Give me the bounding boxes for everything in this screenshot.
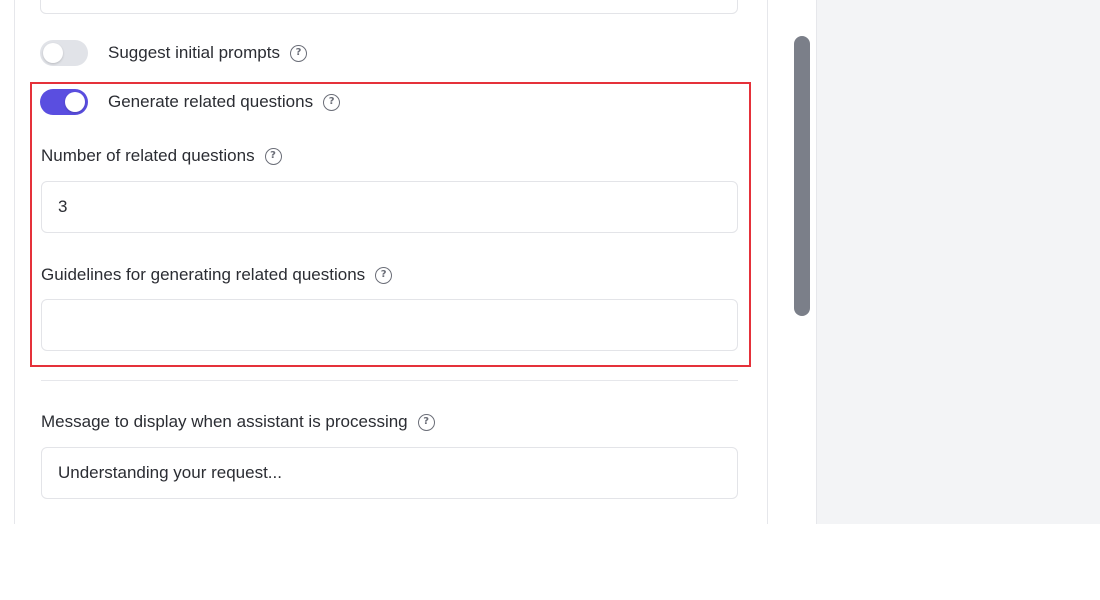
guidelines-input[interactable] [41, 299, 738, 351]
processing-label-row: Message to display when assistant is pro… [41, 410, 435, 434]
previous-input-field[interactable] [40, 0, 738, 14]
related-questions-toggle[interactable] [40, 89, 88, 115]
toggle-knob [65, 92, 85, 112]
num-related-label: Number of related questions [41, 146, 255, 165]
section-divider [41, 380, 738, 381]
help-icon[interactable]: ? [417, 413, 435, 431]
guidelines-label: Guidelines for generating related questi… [41, 265, 366, 284]
suggest-prompts-label: Suggest initial prompts [108, 43, 280, 62]
settings-panel [14, 0, 768, 524]
guidelines-label-row: Guidelines for generating related questi… [41, 263, 393, 287]
help-icon[interactable]: ? [323, 93, 341, 111]
related-questions-row: Generate related questions ? [40, 87, 341, 117]
help-icon[interactable]: ? [264, 147, 282, 165]
help-icon[interactable]: ? [375, 266, 393, 284]
related-questions-label: Generate related questions [108, 92, 314, 111]
help-icon[interactable]: ? [289, 44, 307, 62]
toggle-knob [43, 43, 63, 63]
num-related-input[interactable] [41, 181, 738, 233]
suggest-prompts-toggle[interactable] [40, 40, 88, 66]
scrollbar-thumb[interactable] [794, 36, 810, 316]
suggest-prompts-row: Suggest initial prompts ? [40, 38, 307, 68]
right-pane [816, 0, 1100, 524]
processing-message-input[interactable] [41, 447, 738, 499]
num-related-label-row: Number of related questions ? [41, 144, 282, 168]
processing-message-label: Message to display when assistant is pro… [41, 412, 408, 431]
